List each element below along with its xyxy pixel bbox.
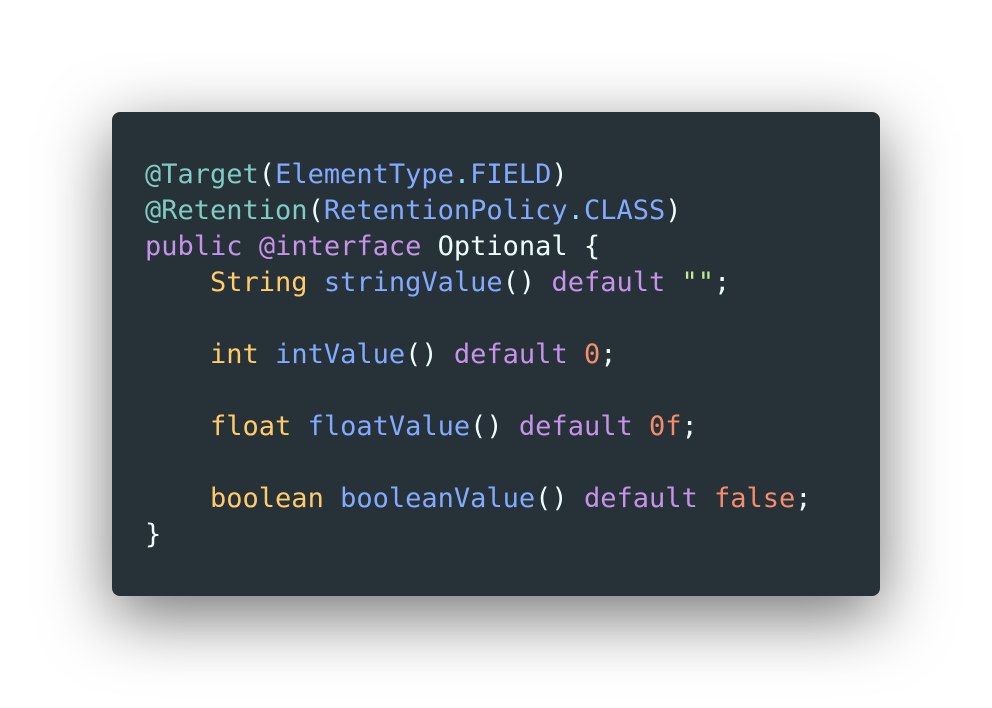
code-token-method: stringValue [323,267,503,298]
code-token-default-text [243,231,259,262]
code-token-paren: () [535,483,568,514]
code-token-default-text [259,339,275,370]
code-token-default-text [308,267,324,298]
code-token-primitive: int [210,339,259,370]
code-line: int intValue() default 0; [145,337,812,373]
code-line: @Target(ElementType.FIELD) [145,157,812,193]
code-line: @Retention(RetentionPolicy.CLASS) [145,193,812,229]
code-token-paren: ) [551,159,568,190]
code-token-default-text [438,339,454,370]
code-token-punctuation: . [567,195,584,226]
code-snippet-window: @Target(ElementType.FIELD) @Retention(Ret… [112,112,880,596]
code-token-type-ref: CLASS [583,195,666,226]
code-token-default-text [503,411,519,442]
code-token-method: booleanValue [340,483,536,514]
code-token-annotation: @Retention [145,195,308,226]
code-token-primitive: boolean [210,483,324,514]
code-block: @Target(ElementType.FIELD) @Retention(Ret… [145,157,812,553]
code-token-default-text [633,411,649,442]
code-token-number: false [714,483,796,514]
code-token-default-text: ; [795,483,812,514]
code-token-type-ref: FIELD [470,159,552,190]
code-token-paren: ( [258,159,276,190]
code-token-default-text: ; [681,411,698,442]
code-line: float floatValue() default 0f; [145,409,812,445]
code-line: public @interface Optional { [145,229,812,265]
code-token-default-text [145,267,210,298]
code-token-number: 0 [583,339,601,370]
code-token-default-text [145,411,210,442]
code-token-method: intValue [275,339,406,370]
code-token-default-text [698,483,714,514]
code-token-primitive: float [210,411,292,442]
code-token-string: "" [681,267,715,298]
code-token-annotation: @Target [145,159,259,190]
code-token-default-text [145,339,210,370]
code-token-keyword: default [453,339,568,370]
code-token-paren: () [502,267,536,298]
code-token-default-text [568,339,584,370]
code-token-default-text: ; [714,267,731,298]
code-token-default-text: Optional { [421,231,601,262]
code-token-paren: () [470,411,503,442]
code-token-paren: ) [665,195,682,226]
code-line: String stringValue() default ""; [145,265,812,301]
code-line: } [145,517,812,553]
code-token-method: floatValue [307,411,471,442]
code-token-type-ref: ElementType [275,159,454,190]
code-token-default-text: } [145,519,162,550]
code-token-keyword: @interface [258,231,422,262]
code-token-default-text [535,267,551,298]
code-token-paren: () [405,339,438,370]
code-line: boolean booleanValue() default false; [145,481,812,517]
code-token-default-text [145,483,210,514]
code-token-keyword: default [583,483,698,514]
code-token-default-text: ; [600,339,617,370]
code-token-default-text [568,483,584,514]
code-token-keyword: default [518,411,633,442]
code-token-number: 0f [648,411,682,442]
code-token-keyword: public [145,231,243,262]
code-token-default-text [324,483,340,514]
code-token-type-ref: RetentionPolicy [323,195,568,226]
code-token-default-text [665,267,681,298]
code-token-punctuation: . [453,159,471,190]
code-token-primitive: String [210,267,308,298]
code-token-paren: ( [307,195,324,226]
code-token-keyword: default [551,267,666,298]
code-token-default-text [291,411,307,442]
